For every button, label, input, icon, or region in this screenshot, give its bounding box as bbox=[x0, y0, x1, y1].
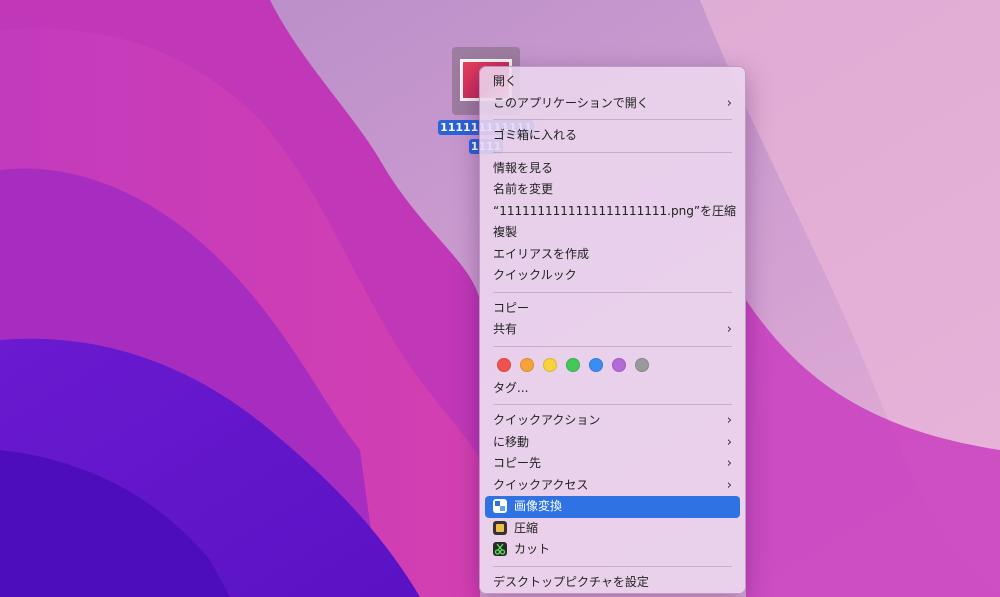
menu-item-label: カット bbox=[514, 542, 551, 556]
menu-separator bbox=[493, 565, 732, 567]
menu-item-label: 共有 bbox=[493, 322, 518, 336]
tag-orange[interactable] bbox=[520, 357, 534, 372]
menu-item-label: エイリアスを作成 bbox=[493, 246, 590, 261]
menu-item-share[interactable]: 共有 › bbox=[485, 319, 740, 341]
menu-item-duplicate[interactable]: 複製 bbox=[485, 222, 740, 244]
menu-item-make-alias[interactable]: エイリアスを作成 bbox=[485, 244, 740, 266]
archive-icon bbox=[493, 520, 507, 535]
tag-red[interactable] bbox=[497, 357, 511, 372]
chevron-right-icon: › bbox=[726, 434, 732, 450]
menu-item-move-to[interactable]: に移動 › bbox=[485, 432, 740, 454]
menu-item-label: クイックアクセス bbox=[493, 477, 589, 492]
menu-item-label: 複製 bbox=[493, 225, 518, 239]
menu-item-compress-app[interactable]: 圧縮 bbox=[485, 518, 740, 540]
chevron-right-icon: › bbox=[726, 477, 732, 493]
menu-item-label: に移動 bbox=[493, 434, 530, 449]
menu-item-quick-actions[interactable]: クイックアクション › bbox=[485, 410, 740, 432]
menu-item-label: 画像変換 bbox=[514, 499, 563, 513]
menu-item-rename[interactable]: 名前を変更 bbox=[485, 179, 740, 201]
menu-item-open-with[interactable]: このアプリケーションで開く › bbox=[485, 93, 740, 115]
menu-item-copy-to[interactable]: コピー先 › bbox=[485, 453, 740, 475]
menu-item-label: 圧縮 bbox=[514, 520, 539, 535]
menu-item-label: 開く bbox=[493, 74, 518, 88]
menu-item-get-info[interactable]: 情報を見る bbox=[485, 158, 740, 180]
context-menu: 開く このアプリケーションで開く › ゴミ箱に入れる 情報を見る 名前を変更 “1… bbox=[479, 66, 746, 594]
menu-item-copy[interactable]: コピー bbox=[485, 298, 740, 320]
menu-item-label: 名前を変更 bbox=[493, 182, 554, 196]
menu-separator bbox=[493, 151, 732, 153]
menu-item-move-to-trash[interactable]: ゴミ箱に入れる bbox=[485, 125, 740, 147]
menu-item-label: コピー bbox=[493, 300, 530, 315]
tag-color-row bbox=[485, 352, 740, 378]
menu-item-tags[interactable]: タグ... bbox=[485, 378, 740, 400]
image-convert-icon bbox=[493, 499, 507, 513]
chevron-right-icon: › bbox=[726, 456, 732, 471]
chevron-right-icon: › bbox=[726, 322, 732, 337]
menu-item-label: 情報を見る bbox=[493, 160, 554, 175]
menu-item-set-desktop-picture[interactable]: デスクトップピクチャを設定 bbox=[485, 572, 740, 594]
menu-item-quick-access[interactable]: クイックアクセス › bbox=[485, 475, 740, 497]
menu-separator bbox=[493, 345, 732, 347]
menu-item-open[interactable]: 開く bbox=[485, 71, 740, 93]
tag-green[interactable] bbox=[566, 357, 580, 372]
tag-purple[interactable] bbox=[612, 357, 626, 372]
tag-yellow[interactable] bbox=[543, 357, 557, 372]
menu-separator bbox=[493, 291, 732, 293]
chevron-right-icon: › bbox=[726, 95, 732, 111]
menu-separator bbox=[493, 119, 732, 120]
menu-item-image-convert[interactable]: 画像変換 bbox=[485, 496, 740, 518]
menu-item-label: クイックアクション bbox=[493, 413, 601, 427]
menu-item-compress[interactable]: “1111111111111111111111.png”を圧縮 bbox=[485, 201, 740, 223]
chevron-right-icon: › bbox=[726, 413, 732, 428]
menu-item-label: このアプリケーションで開く bbox=[493, 95, 649, 110]
menu-item-quick-look[interactable]: クイックルック bbox=[485, 265, 740, 287]
scissors-icon bbox=[493, 542, 507, 556]
menu-item-label: クイックルック bbox=[493, 268, 577, 282]
menu-item-label: タグ... bbox=[493, 380, 529, 395]
menu-separator bbox=[493, 404, 732, 405]
menu-item-label: ゴミ箱に入れる bbox=[493, 128, 578, 142]
tag-gray[interactable] bbox=[635, 357, 649, 372]
menu-item-label: デスクトップピクチャを設定 bbox=[493, 574, 649, 589]
tag-blue[interactable] bbox=[589, 357, 603, 372]
menu-item-label: コピー先 bbox=[493, 456, 542, 470]
menu-item-cut[interactable]: カット bbox=[485, 539, 740, 561]
menu-item-label: “1111111111111111111111.png”を圧縮 bbox=[493, 203, 737, 218]
